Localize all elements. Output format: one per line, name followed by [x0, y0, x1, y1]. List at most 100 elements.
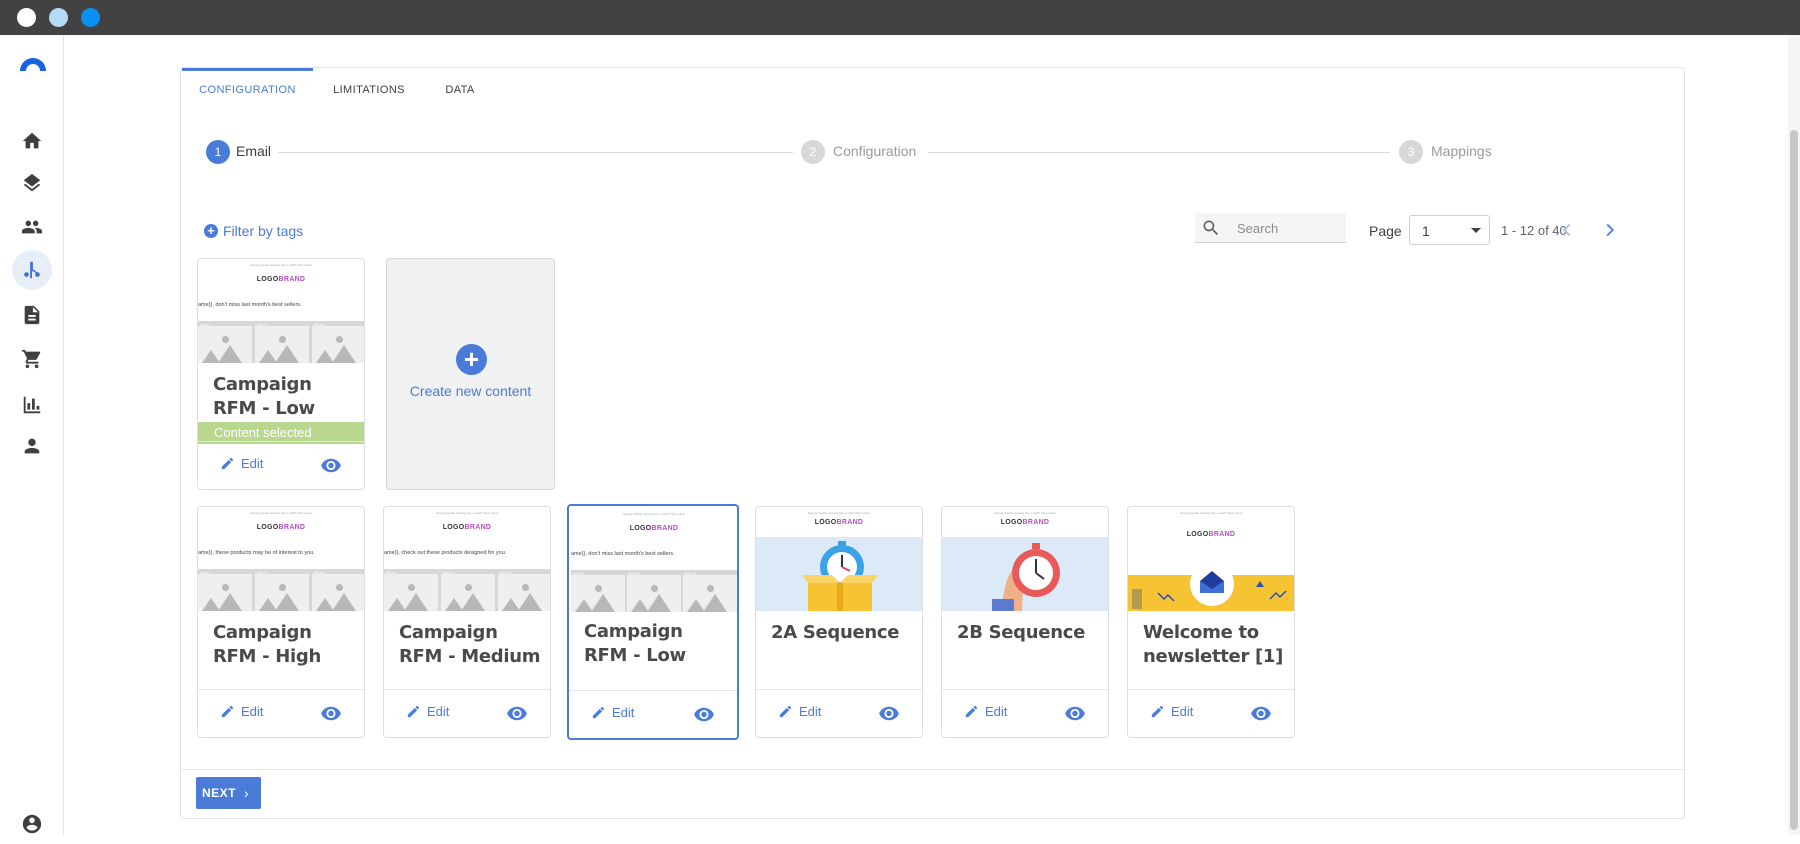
page-select-value: 1 — [1422, 223, 1430, 239]
sidebar-item-home[interactable] — [12, 121, 52, 161]
eye-icon — [1065, 706, 1085, 721]
content-card[interactable]: Having trouble viewing this e-mail? View… — [383, 506, 551, 738]
sidebar-item-cart[interactable] — [12, 339, 52, 379]
pencil-icon — [779, 705, 792, 718]
sidebar — [0, 35, 64, 835]
sidebar-item-person[interactable] — [12, 426, 52, 466]
edit-button[interactable]: Edit — [220, 456, 263, 471]
content-card[interactable]: Having trouble viewing this e-mail? View… — [1127, 506, 1295, 738]
sidebar-item-journeys[interactable] — [12, 250, 52, 290]
eye-icon — [879, 706, 899, 721]
add-circle-icon: + — [456, 344, 487, 375]
brand-logo: LOGOBRAND — [256, 276, 306, 283]
content-card[interactable]: Having trouble viewing this e-mail? View… — [755, 506, 923, 738]
preview-button[interactable] — [320, 456, 342, 474]
email-thumbnail: Having trouble viewing this e-mail? View… — [756, 507, 922, 611]
card-actions: Edit — [942, 689, 1108, 737]
preview-button[interactable] — [1250, 704, 1272, 722]
preview-button[interactable] — [506, 704, 528, 722]
sidebar-item-reports[interactable] — [12, 385, 52, 425]
stepper: 1 Email 2 Configuration 3 Mappings — [206, 140, 1656, 164]
chevron-right-icon — [1606, 223, 1615, 237]
account-circle-icon — [22, 814, 42, 834]
edit-button[interactable]: Edit — [778, 704, 821, 719]
search-box[interactable] — [1195, 213, 1346, 243]
step-3-label: Mappings — [1431, 143, 1492, 159]
stopwatch-hand-illustration — [992, 543, 1060, 611]
step-1-label: Email — [236, 143, 272, 159]
card-title: Campaign RFM - Medium — [399, 622, 541, 667]
page-select[interactable]: 1 — [1409, 215, 1490, 245]
edit-button[interactable]: Edit — [964, 704, 1007, 719]
edit-button[interactable]: Edit — [220, 704, 263, 719]
step-1-number: 1 — [206, 140, 230, 164]
page-label: Page — [1369, 223, 1402, 239]
card-actions: Edit — [756, 689, 922, 737]
email-thumbnail: Having trouble viewing this e-mail? View… — [198, 507, 364, 611]
sidebar-item-people[interactable] — [12, 207, 52, 247]
chevron-right-icon: › — [244, 785, 250, 801]
filter-by-tags-button[interactable]: + Filter by tags — [204, 223, 303, 239]
search-input[interactable] — [1237, 219, 1337, 237]
minimize-dot[interactable] — [49, 8, 68, 27]
email-thumbnail: Having trouble viewing this e-mail? View… — [571, 508, 737, 612]
page-scrollbar[interactable] — [1788, 35, 1800, 835]
window-titlebar — [0, 0, 1800, 35]
content-card[interactable]: Having trouble viewing this e-mail? View… — [197, 506, 365, 738]
sidebar-item-documents[interactable] — [12, 295, 52, 335]
envelope-banner-illustration — [1132, 562, 1287, 609]
content-card[interactable]: Having trouble viewing this e-mail? View… — [941, 506, 1109, 738]
next-button[interactable]: NEXT › — [196, 777, 261, 809]
tab-limitations[interactable]: LIMITATIONS — [313, 68, 425, 112]
eye-icon — [321, 706, 341, 721]
eye-icon — [1251, 706, 1271, 721]
previous-page-button[interactable] — [1556, 219, 1578, 241]
person-icon — [24, 438, 40, 454]
close-dot[interactable] — [17, 8, 36, 27]
preview-button[interactable] — [878, 704, 900, 722]
selected-content-card[interactable]: Having trouble viewing this e-mail? View… — [197, 258, 365, 490]
chevron-left-icon — [1562, 223, 1571, 237]
next-page-button[interactable] — [1599, 219, 1621, 241]
content-card-highlighted[interactable]: Having trouble viewing this e-mail? View… — [567, 504, 739, 740]
eye-icon — [321, 458, 341, 473]
preview-button[interactable] — [693, 705, 715, 723]
app-logo-icon[interactable] — [18, 55, 48, 71]
card-actions: Edit — [1128, 689, 1294, 737]
card-actions: Edit — [198, 689, 364, 737]
sidebar-item-layers[interactable] — [12, 163, 52, 203]
pencil-icon — [965, 705, 978, 718]
pencil-icon — [1151, 705, 1164, 718]
scrollbar-thumb[interactable] — [1790, 130, 1798, 830]
card-title: Campaign RFM - High — [213, 622, 322, 667]
preview-button[interactable] — [1064, 704, 1086, 722]
card-actions: Edit — [198, 441, 364, 489]
tab-data[interactable]: DATA — [425, 68, 495, 112]
edit-button[interactable]: Edit — [406, 704, 449, 719]
eye-icon — [507, 706, 527, 721]
card-title: Welcome to newsletter [1] — [1143, 622, 1284, 667]
email-thumbnail: Having trouble viewing this e-mail? View… — [384, 507, 550, 611]
sidebar-item-account[interactable] — [12, 804, 52, 844]
step-connector — [928, 152, 1390, 153]
stopwatch-box-illustration — [802, 541, 878, 611]
search-icon — [1203, 220, 1219, 236]
preview-button[interactable] — [320, 704, 342, 722]
edit-button[interactable]: Edit — [1150, 704, 1193, 719]
card-title: 2A Sequence — [771, 622, 900, 643]
thumb-preheader: Having trouble viewing this e-mail? View… — [249, 263, 313, 267]
step-connector — [278, 152, 793, 153]
content-panel: CONFIGURATION LIMITATIONS DATA 1 Email 2… — [180, 67, 1685, 819]
edit-button[interactable]: Edit — [591, 705, 634, 720]
step-2-label: Configuration — [833, 143, 917, 159]
layers-icon — [23, 173, 41, 192]
tab-configuration[interactable]: CONFIGURATION — [182, 68, 313, 112]
step-2-number: 2 — [801, 140, 825, 164]
cart-icon — [21, 349, 41, 369]
maximize-dot[interactable] — [81, 8, 100, 27]
card-title: Campaign RFM - Low — [213, 374, 315, 419]
email-thumbnail: Having trouble viewing this e-mail? View… — [1128, 507, 1294, 611]
card-actions: Edit — [569, 690, 737, 738]
create-new-content-card[interactable]: + Create new content — [386, 258, 555, 490]
people-icon — [21, 220, 43, 234]
